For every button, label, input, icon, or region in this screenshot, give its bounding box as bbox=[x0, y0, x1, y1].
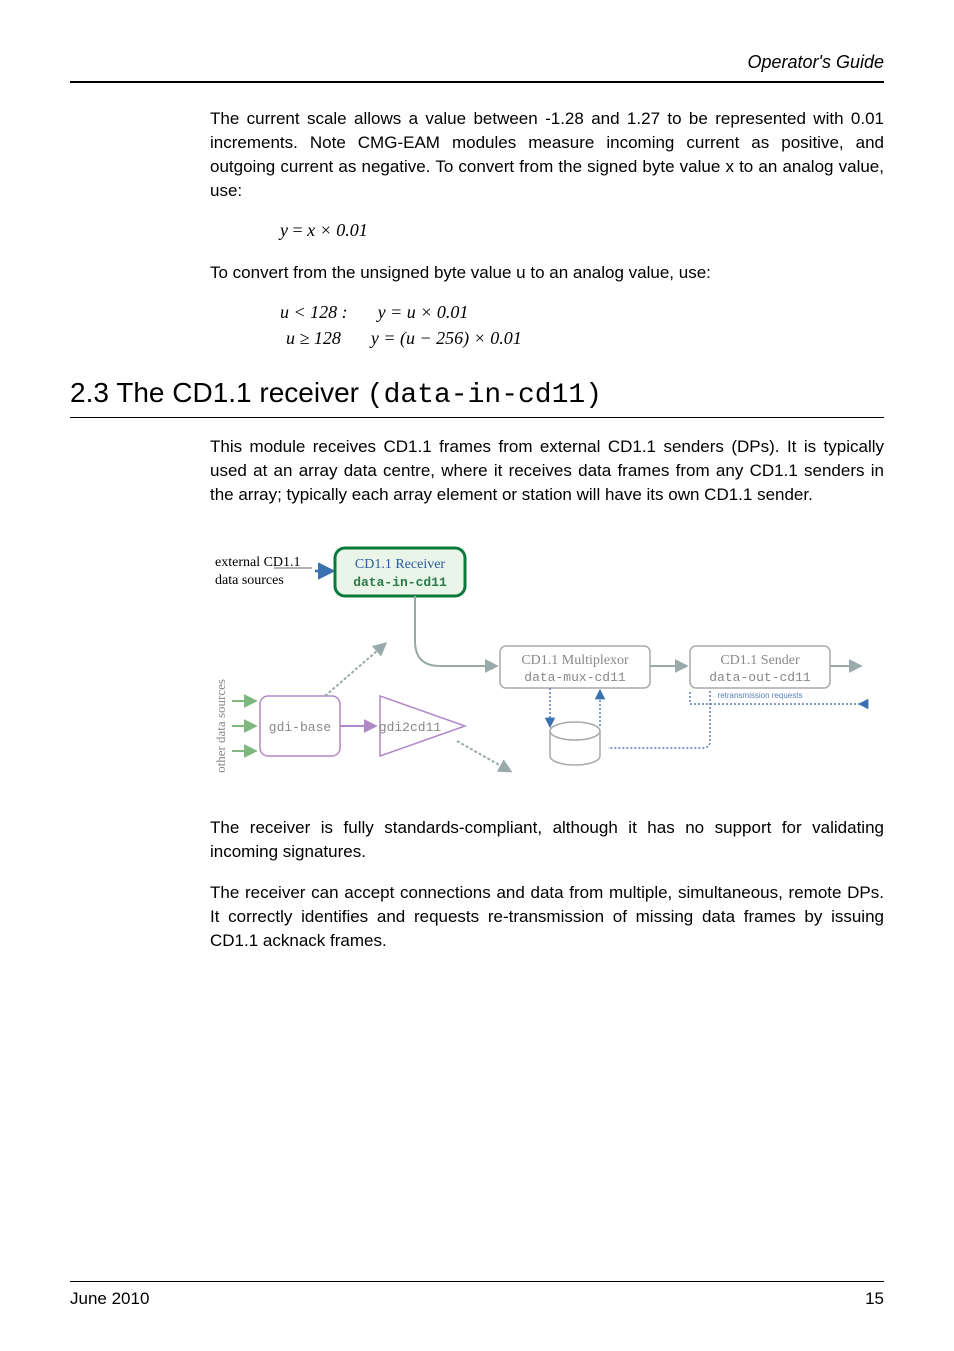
mux-label-1: CD1.1 Multiplexor bbox=[521, 653, 629, 668]
gdi-base-label: gdi-base bbox=[269, 720, 331, 735]
formula-2-cond-1: u < 128 : bbox=[280, 300, 348, 325]
section-title-code: (data-in-cd11) bbox=[367, 380, 602, 411]
header-rule bbox=[70, 81, 884, 83]
footer-page-number: 15 bbox=[865, 1287, 884, 1311]
external-sources-label-2: data sources bbox=[215, 573, 284, 588]
mux-label-2: data-mux-cd11 bbox=[524, 670, 626, 685]
receiver-label-1: CD1.1 Receiver bbox=[355, 557, 446, 572]
formula-2-expr-2: y = (u − 256) × 0.01 bbox=[371, 326, 522, 351]
footer-date: June 2010 bbox=[70, 1287, 149, 1311]
paragraph-1: The current scale allows a value between… bbox=[210, 107, 884, 202]
formula-1: y = x × 0.01 bbox=[280, 218, 884, 243]
formula-2-expr-1: y = u × 0.01 bbox=[378, 300, 469, 325]
retransmission-label: retransmission requests bbox=[718, 691, 803, 700]
page-footer: June 2010 15 bbox=[70, 1281, 884, 1311]
section-rule bbox=[70, 417, 884, 418]
formula-1-lhs: y bbox=[280, 220, 288, 240]
paragraph-3: This module receives CD1.1 frames from e… bbox=[210, 435, 884, 506]
section-title-text: The CD1.1 receiver bbox=[116, 377, 359, 408]
paragraph-5: The receiver can accept connections and … bbox=[210, 881, 884, 952]
formula-2-cond-2: u ≥ 128 bbox=[286, 326, 341, 351]
receiver-label-2: data-in-cd11 bbox=[353, 575, 447, 590]
paragraph-2: To convert from the unsigned byte value … bbox=[210, 261, 884, 285]
sender-label-2: data-out-cd11 bbox=[709, 670, 811, 685]
other-sources-label: other data sources bbox=[213, 679, 228, 773]
page-header: Operator's Guide bbox=[70, 50, 884, 75]
formula-2: u < 128 : y = u × 0.01 u ≥ 128 y = (u − … bbox=[280, 300, 884, 350]
sender-label-1: CD1.1 Sender bbox=[720, 653, 800, 668]
section-heading: 2.3 The CD1.1 receiver (data-in-cd11) bbox=[70, 373, 884, 415]
architecture-diagram: external CD1.1 data sources CD1.1 Receiv… bbox=[210, 526, 870, 786]
paragraph-4: The receiver is fully standards-complian… bbox=[210, 816, 884, 864]
section-number: 2.3 bbox=[70, 377, 109, 408]
gdi2cd11-label: gdi2cd11 bbox=[379, 720, 442, 735]
formula-1-rhs: x × 0.01 bbox=[307, 220, 368, 240]
